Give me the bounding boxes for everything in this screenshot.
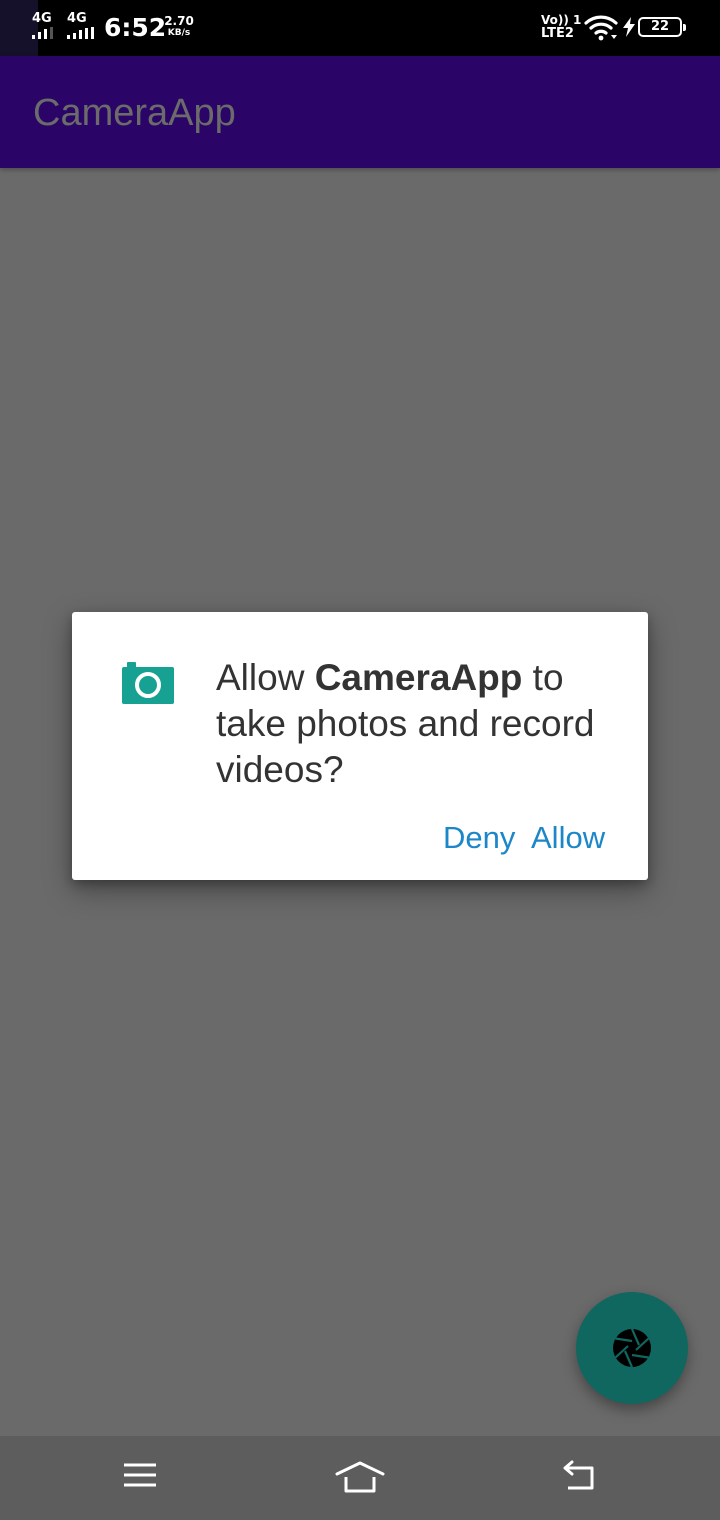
wifi-icon xyxy=(584,15,618,41)
volte-indicator: Vo)) 1 LTE2 xyxy=(541,14,581,41)
dialog-message: Allow CameraApp to take photos and recor… xyxy=(216,655,616,793)
signal-bars-icon xyxy=(32,27,53,39)
back-icon xyxy=(563,1460,594,1490)
charging-bolt-icon xyxy=(623,17,635,37)
battery-level: 22 xyxy=(650,19,670,34)
dialog-message-app-name: CameraApp xyxy=(314,657,523,698)
nav-back-button[interactable] xyxy=(548,1460,608,1500)
camera-icon xyxy=(122,662,174,704)
sim1-network-type: 4G xyxy=(32,11,52,26)
volte-line2: LTE2 xyxy=(541,26,574,41)
network-speed-value: 2.70 xyxy=(164,14,194,28)
network-speed: 2.70 KB/s xyxy=(163,14,195,39)
app-title: CameraApp xyxy=(33,92,236,134)
sim2-network-type: 4G xyxy=(67,11,87,26)
allow-button[interactable]: Allow xyxy=(531,818,605,858)
system-nav-bar xyxy=(0,1436,720,1520)
camera-shutter-icon xyxy=(613,1328,651,1368)
signal-bars-icon xyxy=(67,27,94,39)
status-bar: 4G 4G 6:52 2.70 KB/s Vo)) 1 LTE2 22 xyxy=(0,0,720,56)
deny-button[interactable]: Deny xyxy=(443,818,515,858)
app-bar: CameraApp xyxy=(0,56,720,168)
screen: 4G 4G 6:52 2.70 KB/s Vo)) 1 LTE2 22 Came… xyxy=(0,0,720,1520)
permission-dialog: Allow CameraApp to take photos and recor… xyxy=(72,612,648,880)
menu-icon xyxy=(124,1463,156,1487)
home-icon xyxy=(335,1461,385,1493)
battery-icon: 22 xyxy=(638,17,686,37)
clock: 6:52 xyxy=(104,13,167,42)
network-speed-unit: KB/s xyxy=(167,28,191,38)
nav-menu-button[interactable] xyxy=(110,1460,170,1500)
dialog-message-prefix: Allow xyxy=(216,657,315,698)
nav-home-button[interactable] xyxy=(330,1460,390,1500)
capture-fab[interactable] xyxy=(576,1292,688,1404)
